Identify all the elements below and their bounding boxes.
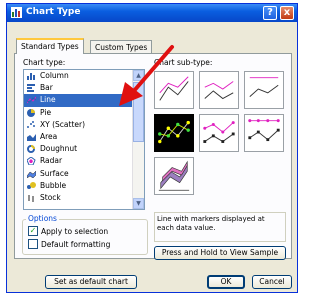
chart-type-item-label: Line [40,95,56,105]
tab-standard-types[interactable]: Standard Types [16,38,84,54]
stock-chart-icon [28,194,34,202]
options-label: Options [26,214,59,223]
chart-type-item-bar[interactable]: Bar [24,82,144,94]
apply-to-selection-option[interactable]: ✓ Apply to selection [28,226,109,237]
surface-chart-icon [27,170,36,178]
default-formatting-option[interactable]: Default formatting [28,239,111,250]
chart-subtype-label: Chart sub-type: [154,58,213,67]
subtype-100-stacked-line-with-markers[interactable] [244,114,284,152]
default-formatting-checkbox[interactable] [28,239,38,249]
chart-type-item-pie[interactable]: Pie [24,107,144,119]
chart-type-item-label: Bar [40,83,53,93]
chart-type-item-label: Doughnut [40,144,78,154]
bubble-chart-icon [27,181,36,189]
chart-type-item-label: Pie [40,107,52,117]
cancel-button[interactable]: Cancel [252,275,292,289]
radar-chart-icon [27,157,36,166]
close-button[interactable]: x [280,6,294,20]
scatter-chart-icon [27,120,35,128]
chart-type-item-line[interactable]: Line [24,94,144,107]
subtype-line-with-markers[interactable] [154,114,194,152]
chart-type-dialog: Chart Type ? x Standard Types Custom Typ… [6,3,298,293]
pie-chart-icon [27,108,35,117]
chart-type-item-label: Stock [40,192,61,202]
help-button[interactable]: ? [263,6,277,20]
subtype-description: Line with markers displayed at each data… [154,212,286,242]
chart-type-item-bubble[interactable]: Bubble [24,180,144,192]
line-chart-icon [27,97,36,104]
chart-type-item-radar[interactable]: Radar [24,155,144,167]
tab-custom-types[interactable]: Custom Types [90,40,153,54]
chart-type-label: Chart type: [23,58,66,67]
dialog-title: Chart Type [26,7,81,17]
scroll-down-button[interactable]: ▼ [133,198,144,209]
chart-type-item-stock[interactable]: Stock [24,192,144,204]
chart-type-item-xy-scatter[interactable]: XY (Scatter) [24,119,144,131]
chart-type-list[interactable]: Column Bar Line Pie XY (Scatter) Area Doughnut… [23,69,145,210]
options-group: Options ✓ Apply to selection Default form… [22,214,148,255]
subtype-line[interactable] [154,71,194,109]
subtype-3d-line[interactable] [154,157,194,195]
chart-type-item-doughnut[interactable]: Doughnut [24,143,144,155]
chart-subtype-grid [154,71,286,203]
doughnut-chart-icon [27,145,35,154]
standard-types-panel: Chart type: Column Bar Line Pie XY (Scatter)… [14,53,292,260]
chart-app-icon [11,7,22,18]
chart-type-item-label: XY (Scatter) [40,119,86,129]
apply-to-selection-checkbox[interactable]: ✓ [28,226,38,236]
title-bar[interactable]: Chart Type ? x [7,4,297,22]
subtype-stacked-line-with-markers[interactable] [199,114,239,152]
apply-to-selection-label: Apply to selection [41,227,109,236]
chart-type-item-label: Column [40,71,69,80]
chart-type-item-label: Area [40,131,58,141]
chart-type-item-label: Bubble [40,180,67,190]
chart-type-item-area[interactable]: Area [24,131,144,143]
chart-type-item-surface[interactable]: Surface [24,168,144,180]
set-as-default-chart-button[interactable]: Set as default chart [45,275,137,289]
chart-type-item-label: Surface [40,168,69,178]
press-hold-view-sample-button[interactable]: Press and Hold to View Sample [154,246,286,260]
area-chart-icon [27,133,36,141]
subtype-100-stacked-line[interactable] [244,71,284,109]
chart-type-item-label: Radar [40,156,63,166]
subtype-stacked-line[interactable] [199,71,239,109]
column-chart-icon [27,73,35,80]
list-scrollbar[interactable]: ▲ ▼ [132,70,144,209]
scroll-thumb[interactable] [133,82,144,142]
chart-type-item-column[interactable]: Column [24,70,144,82]
default-formatting-label: Default formatting [41,240,111,249]
scroll-up-button[interactable]: ▲ [133,70,144,81]
bar-chart-icon [27,84,35,93]
ok-button[interactable]: OK [207,275,245,289]
